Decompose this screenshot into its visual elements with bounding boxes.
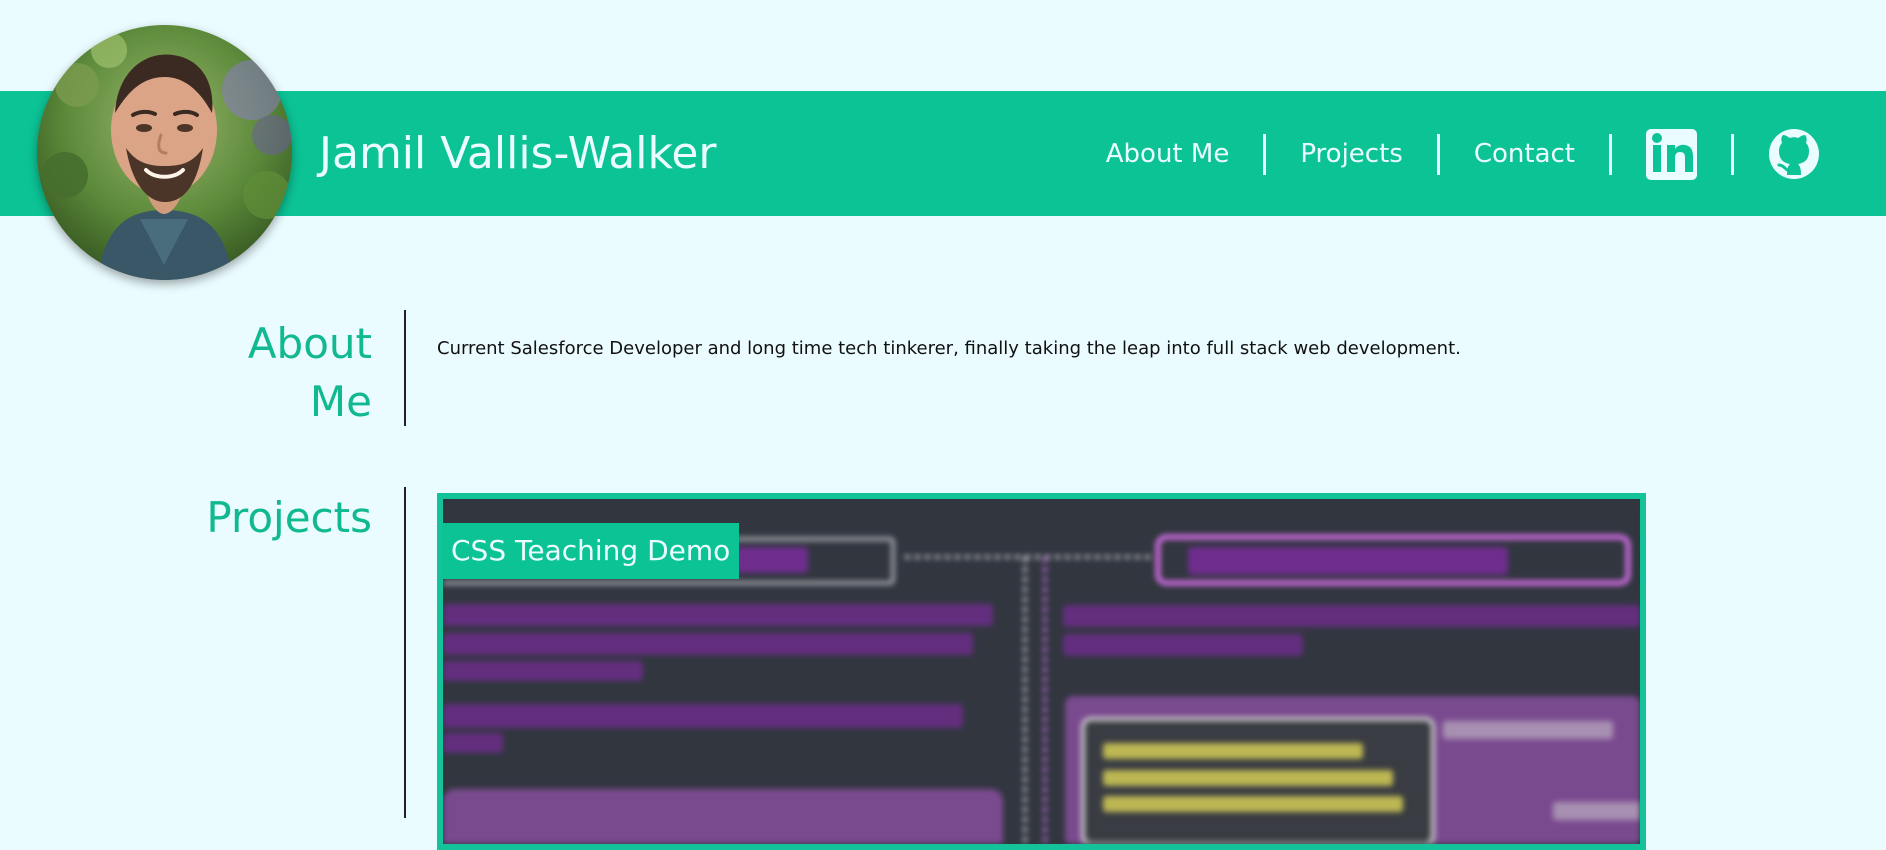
nav-contact[interactable]: Contact <box>1440 138 1609 170</box>
about-title-line: Me <box>309 377 372 426</box>
profile-photo <box>37 25 292 280</box>
profile-avatar <box>37 25 292 280</box>
linkedin-link[interactable] <box>1612 128 1731 180</box>
projects-section-divider <box>404 487 406 818</box>
about-title-line: About <box>247 319 372 368</box>
github-icon <box>1769 129 1819 179</box>
github-link[interactable] <box>1734 128 1854 180</box>
projects-section-title: Projects <box>206 493 372 542</box>
linkedin-icon <box>1646 128 1697 180</box>
main-navigation: About Me Projects Contact <box>1072 122 1854 186</box>
about-section-title: About Me <box>190 315 372 431</box>
about-description: Current Salesforce Developer and long ti… <box>437 338 1461 359</box>
about-section-divider <box>404 310 406 426</box>
main-content: About Me Current Salesforce Developer an… <box>0 300 1886 850</box>
project-title-badge[interactable]: CSS Teaching Demo <box>442 523 740 579</box>
site-name: Jamil Vallis-Walker <box>319 128 717 179</box>
nav-projects[interactable]: Projects <box>1266 138 1437 170</box>
nav-about-me[interactable]: About Me <box>1072 138 1264 170</box>
